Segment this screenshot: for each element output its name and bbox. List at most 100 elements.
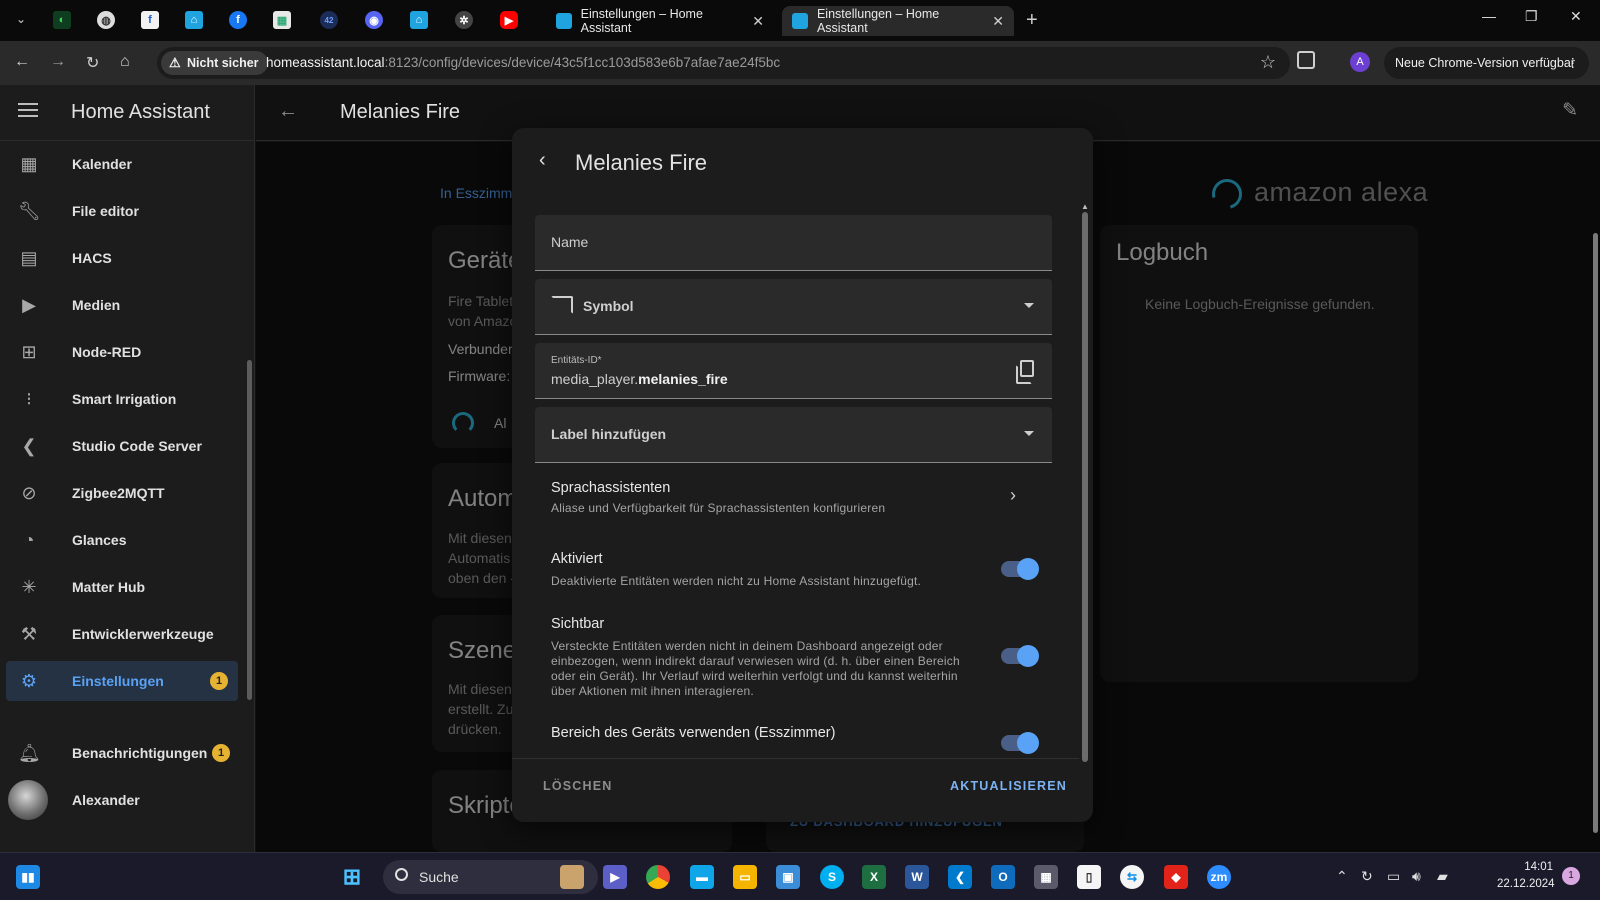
sidebar-item-einstellungen[interactable]: ⚙ Einstellungen 1 xyxy=(6,661,238,701)
minimize-icon[interactable]: — xyxy=(1482,8,1496,24)
notification-count-badge[interactable]: 1 xyxy=(1562,867,1580,885)
page-scrollbar[interactable] xyxy=(1593,233,1598,833)
name-field[interactable]: Name xyxy=(535,215,1052,271)
restore-icon[interactable]: ❐ xyxy=(1525,8,1538,25)
vscode-icon[interactable]: ❮ xyxy=(948,865,972,889)
sidebar-scrollbar[interactable] xyxy=(247,360,252,700)
sidebar-item-node-red[interactable]: ⊞ Node-RED xyxy=(6,332,238,372)
sidebar-item-medien[interactable]: ▶ Medien xyxy=(6,285,238,325)
sidebar-item-benachrichtigungen[interactable]: 🔔︎ Benachrichtigungen 1 xyxy=(6,733,238,773)
clock[interactable]: 14:01 22.12.2024 xyxy=(1497,859,1555,893)
windows-start-icon[interactable]: ⊞ xyxy=(340,864,364,889)
pinned-tab-grid[interactable]: ▦ xyxy=(260,6,304,34)
visible-description: Versteckte Entitäten werden nicht in dei… xyxy=(551,639,960,698)
sidebar-item-file-editor[interactable]: 🔧︎ File editor xyxy=(6,191,238,231)
pinned-tab-green[interactable]: ◐ xyxy=(40,6,84,34)
pinned-tab-ha-2[interactable]: ⌂ xyxy=(397,6,441,34)
sidebar-item-matter-hub[interactable]: ✳ Matter Hub xyxy=(6,567,238,607)
sync-icon[interactable]: ↻ xyxy=(1361,868,1373,885)
scroll-thumb[interactable] xyxy=(1082,212,1088,762)
new-tab-icon[interactable]: + xyxy=(1026,9,1038,32)
browser-toolbar: ← → ↻ ⌂ ⚠ Nicht sicher homeassistant.loc… xyxy=(0,41,1600,85)
pinned-tab-f[interactable]: f xyxy=(128,6,172,34)
reload-icon[interactable]: ↻ xyxy=(86,53,99,73)
file-explorer-icon[interactable]: ▭ xyxy=(733,865,757,889)
tab-search-chevron-icon[interactable]: ⌄ xyxy=(12,10,30,28)
extensions-icon[interactable] xyxy=(1297,51,1315,69)
pinned-tab-42[interactable]: 42 xyxy=(307,6,351,34)
home-icon[interactable]: ⌂ xyxy=(120,53,130,71)
chrome-update-button[interactable]: Neue Chrome-Version verfügbar ⋮ xyxy=(1384,47,1589,79)
sidebar-item-entwicklerwerkzeuge[interactable]: ⚒ Entwicklerwerkzeuge xyxy=(6,614,238,654)
sidebar-item-zigbee2mqtt[interactable]: ⊘ Zigbee2MQTT xyxy=(6,473,238,513)
entity-id-field[interactable]: Entitäts-ID* media_player.melanies_fire xyxy=(535,343,1052,399)
calculator-icon[interactable]: ▦ xyxy=(1034,865,1058,889)
tray-chevron-icon[interactable]: ⌃ xyxy=(1336,868,1348,885)
label-select[interactable]: Label hinzufügen xyxy=(535,407,1052,463)
enabled-toggle[interactable] xyxy=(1001,558,1039,580)
browser-tab-1[interactable]: Einstellungen – Home Assistant ✕ xyxy=(546,6,774,36)
chrome-icon[interactable] xyxy=(646,865,670,889)
use-device-area-toggle[interactable] xyxy=(1001,732,1039,754)
url-text[interactable]: homeassistant.local:8123/config/devices/… xyxy=(266,55,780,70)
pinned-tab-youtube[interactable]: ▶ xyxy=(487,6,531,34)
skype-icon[interactable]: S xyxy=(820,865,844,889)
widgets-icon[interactable]: ▮▮ xyxy=(16,865,40,889)
outlook-icon[interactable]: O xyxy=(991,865,1015,889)
sidebar-item-hacs[interactable]: ▤ HACS xyxy=(6,238,238,278)
visible-toggle[interactable] xyxy=(1001,645,1039,667)
close-window-icon[interactable]: ✕ xyxy=(1570,8,1582,25)
anydesk-icon[interactable]: ◆ xyxy=(1164,865,1188,889)
dialog-scrollbar[interactable]: ▲ xyxy=(1079,202,1091,808)
pinned-tab-discord[interactable]: ◉ xyxy=(352,6,396,34)
chevron-left-icon[interactable]: ‹ xyxy=(539,149,546,172)
sidebar-item-user[interactable]: Alexander xyxy=(6,780,238,820)
security-chip[interactable]: ⚠ Nicht sicher xyxy=(161,51,268,75)
delete-button[interactable]: LÖSCHEN xyxy=(543,779,613,793)
sidebar-item-smart-irrigation[interactable]: ⁝ Smart Irrigation xyxy=(6,379,238,419)
menu-collapse-icon[interactable] xyxy=(18,103,38,119)
pinned-tab-globe[interactable]: ◍ xyxy=(84,6,128,34)
sidebar-item-label: Matter Hub xyxy=(72,579,146,595)
page-title: Melanies Fire xyxy=(340,101,461,123)
pinned-tab-ha[interactable]: ⌂ xyxy=(172,6,216,34)
address-bar[interactable]: ⚠ Nicht sicher homeassistant.local:8123/… xyxy=(157,47,1290,79)
sidebar-item-glances[interactable]: ◔ Glances xyxy=(6,520,238,560)
excel-icon[interactable]: X xyxy=(862,865,886,889)
pinned-tab-facebook[interactable]: f xyxy=(216,6,260,34)
battery-icon[interactable]: ▰ xyxy=(1437,868,1448,885)
close-tab-icon[interactable]: ✕ xyxy=(752,13,764,30)
browser-tab-2[interactable]: Einstellungen – Home Assistant ✕ xyxy=(782,6,1014,36)
sidebar-item-kalender[interactable]: ▦ Kalender xyxy=(6,144,238,184)
teamviewer-icon[interactable]: ⇆ xyxy=(1120,865,1144,889)
volume-icon[interactable]: 🔊︎ xyxy=(1412,868,1421,885)
media-icon: ▶ xyxy=(22,295,36,315)
sidebar-item-label: Glances xyxy=(72,532,127,548)
word-icon[interactable]: W xyxy=(905,865,929,889)
taskbar-search[interactable]: Suche xyxy=(383,860,598,894)
bookmark-star-icon[interactable]: ☆ xyxy=(1260,52,1276,73)
symbol-select[interactable]: Symbol xyxy=(535,279,1052,335)
sidebar-item-label: Einstellungen xyxy=(72,673,164,689)
more-menu-icon[interactable]: ⋮ xyxy=(1567,47,1580,79)
update-label: Neue Chrome-Version verfügbar xyxy=(1395,56,1575,70)
update-button[interactable]: AKTUALISIEREN xyxy=(950,779,1067,793)
close-tab-icon[interactable]: ✕ xyxy=(992,13,1004,30)
remote-desktop-icon[interactable]: ▣ xyxy=(776,865,800,889)
time: 14:01 xyxy=(1524,861,1553,873)
voice-assistants-row[interactable]: Sprachassistenten Aliase und Verfügbarke… xyxy=(512,473,1079,535)
display-icon[interactable]: ▭ xyxy=(1387,868,1400,885)
pencil-edit-icon[interactable]: ✎ xyxy=(1562,99,1578,122)
forward-arrow-icon[interactable]: → xyxy=(50,53,66,71)
copy-icon[interactable] xyxy=(1016,360,1034,384)
back-arrow-icon[interactable]: ← xyxy=(14,53,30,71)
document-icon[interactable]: ▯ xyxy=(1077,865,1101,889)
pinned-tab-openai[interactable]: ✲ xyxy=(442,6,486,34)
scroll-up-icon[interactable]: ▲ xyxy=(1081,202,1089,211)
profile-avatar[interactable]: A xyxy=(1350,52,1370,72)
back-arrow-icon[interactable]: ← xyxy=(278,100,298,123)
zoom-icon[interactable]: zm xyxy=(1207,865,1231,889)
app-icon[interactable]: ▬ xyxy=(690,865,714,889)
sidebar-item-studio-code-server[interactable]: ❮ Studio Code Server xyxy=(6,426,238,466)
teams-icon[interactable]: ▶ xyxy=(603,865,627,889)
